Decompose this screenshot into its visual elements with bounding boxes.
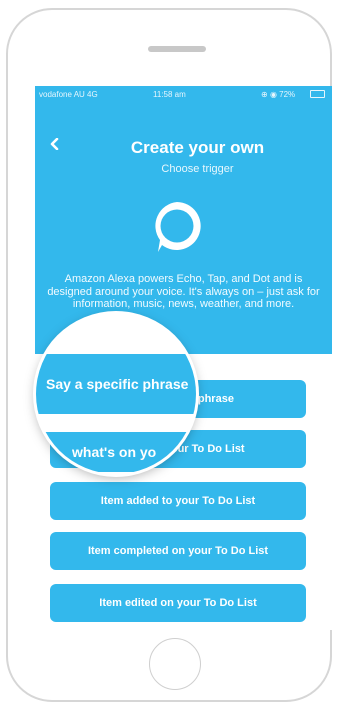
magnified-whats-on-list: what's on yo [36,432,196,472]
phone-speaker [148,46,206,52]
alexa-icon [155,202,201,252]
battery-percent: 72% [279,90,296,99]
carrier-label: vodafone AU 4G [39,90,98,99]
clock: 11:58 am [153,90,186,99]
magnified-say-phrase: Say a specific phrase [36,354,196,414]
trigger-item-completed-button[interactable]: Item completed on your To Do List [50,532,306,570]
alarm-icon: ⊕ [261,90,268,99]
service-description: Amazon Alexa powers Echo, Tap, and Dot a… [47,273,320,310]
header-panel: vodafone AU 4G 11:58 am ⊕ ◉ 72% Create y… [35,86,332,354]
magnifier-lens: Say a specific phrase what's on yo [36,314,196,474]
trigger-item-added-button[interactable]: Item added to your To Do List [50,482,306,520]
page-title: Create your own [130,138,265,157]
lock-icon: ◉ [269,90,277,99]
status-bar: vodafone AU 4G 11:58 am ⊕ ◉ 72% [35,86,332,102]
home-button[interactable] [149,638,201,690]
page-subtitle: Choose trigger [161,163,234,175]
status-icons: ⊕ ◉ 72% [261,90,295,99]
battery-icon [310,90,325,98]
trigger-item-edited-button[interactable]: Item edited on your To Do List [50,584,306,622]
